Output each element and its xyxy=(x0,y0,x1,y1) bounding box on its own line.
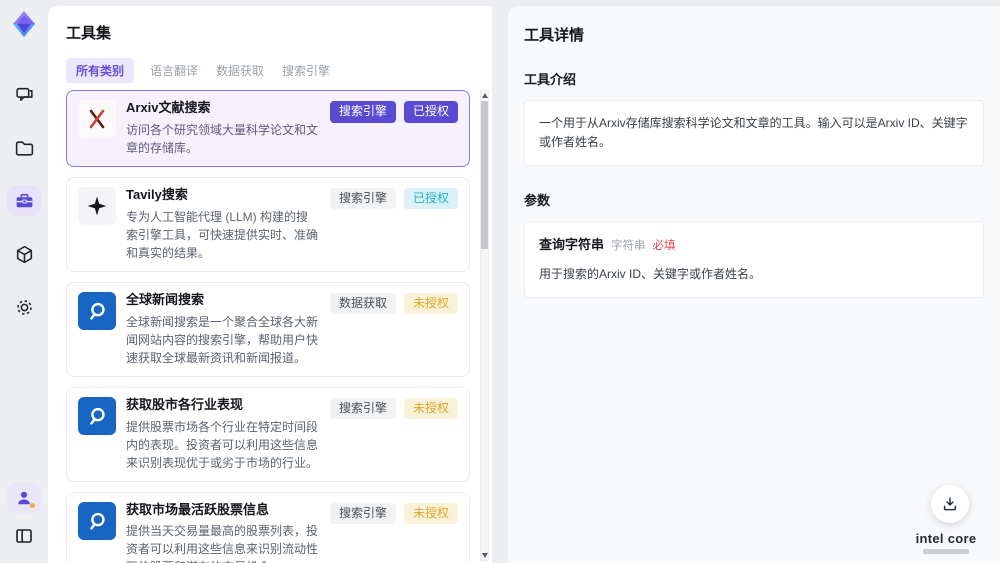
tool-category-tag: 搜索引擎 xyxy=(329,101,396,123)
auth-status-badge: 未授权 xyxy=(403,397,458,420)
package-icon xyxy=(16,245,32,263)
tool-desc: 访问各个研究领域大量科学论文和文章的存储库。 xyxy=(126,122,319,155)
left-rail xyxy=(0,0,48,563)
intro-section-heading: 工具介绍 xyxy=(524,72,577,87)
download-button[interactable] xyxy=(931,485,969,523)
params-section-heading: 参数 xyxy=(524,193,551,209)
sidebar-item-files[interactable] xyxy=(7,133,41,163)
tool-desc: 提供股票市场各个行业在特定时间段内的表现。投资者可以利用这些信息来识别表现优于或… xyxy=(126,419,319,470)
auth-status-badge: 已授权 xyxy=(403,101,458,123)
download-icon xyxy=(943,497,957,511)
sidebar-item-chat[interactable] xyxy=(7,80,41,110)
panel-toggle-button[interactable] xyxy=(7,521,41,551)
tool-name: 获取股市各行业表现 xyxy=(126,396,244,412)
tool-name: Arxiv文献搜索 xyxy=(126,100,211,115)
tool-card-sector-performance[interactable]: 获取股市各行业表现 提供股票市场各个行业在特定时间段内的表现。投资者可以利用这些… xyxy=(66,386,470,482)
tab-language-translation[interactable]: 语言翻译 xyxy=(148,58,200,83)
detail-title: 工具详情 xyxy=(524,27,585,44)
rail-bottom xyxy=(7,483,41,551)
tool-card-most-active-stocks[interactable]: 获取市场最活跃股票信息 提供当天交易量最高的股票列表，投资者可以利用这些信息来识… xyxy=(66,491,470,563)
param-box: 查询字符串 字符串 必填 用于搜索的Arxiv ID、关键字或作者姓名。 xyxy=(524,221,984,299)
param-required-badge: 必填 xyxy=(652,240,676,253)
tool-list-panel: 工具集 所有类别 语言翻译 数据获取 搜索引擎 Arxiv文献搜索 访问各个研究… xyxy=(48,6,492,563)
sidebar-item-packages[interactable] xyxy=(7,239,41,269)
arxiv-logo-icon xyxy=(78,100,116,138)
news-search-icon xyxy=(78,501,116,540)
page-title: 工具集 xyxy=(66,25,112,42)
news-search-icon xyxy=(78,291,116,330)
intro-text-box: 一个用于从Arxiv存储库搜索科学论文和文章的工具。输入可以是Arxiv ID、… xyxy=(524,100,984,167)
tool-card-global-news[interactable]: 全球新闻搜索 全球新闻搜索是一个聚合全球各大新闻网站内容的搜索引擎，帮助用户快速… xyxy=(66,281,470,377)
scroll-down-arrow[interactable] xyxy=(482,553,488,558)
tool-detail-panel: 工具详情 工具介绍 一个用于从Arxiv存储库搜索科学论文和文章的工具。输入可以… xyxy=(508,6,1000,563)
intel-logo-subline xyxy=(923,549,969,554)
rail-nav xyxy=(7,80,41,322)
panel-toggle-icon xyxy=(16,529,32,543)
intel-core-logo: intel core xyxy=(910,531,982,554)
tool-desc: 提供当天交易量最高的股票列表，投资者可以利用这些信息来识别流动性强的股票和潜在的… xyxy=(126,524,319,563)
toolbox-icon xyxy=(16,193,32,207)
auth-status-badge: 已授权 xyxy=(403,187,458,210)
tab-all-categories[interactable]: 所有类别 xyxy=(66,58,135,83)
auth-status-badge: 未授权 xyxy=(403,502,458,525)
folder-icon xyxy=(15,140,33,156)
param-type: 字符串 xyxy=(611,240,646,253)
user-profile-button[interactable] xyxy=(7,483,41,513)
list-scrollbar[interactable] xyxy=(480,90,489,561)
tab-search-engine[interactable]: 搜索引擎 xyxy=(280,58,332,83)
app-logo-icon xyxy=(13,11,35,37)
tool-desc: 专为人工智能代理 (LLM) 构建的搜索引擎工具，可快速提供实时、准确和真实的结… xyxy=(126,209,319,260)
status-dot xyxy=(30,503,35,508)
tool-name: 全球新闻搜索 xyxy=(126,291,205,307)
tab-data-fetch[interactable]: 数据获取 xyxy=(214,58,266,83)
intel-logo-text: intel core xyxy=(915,531,977,546)
tool-desc: 全球新闻搜索是一个聚合全球各大新闻网站内容的搜索引擎，帮助用户快速获取全球最新资… xyxy=(126,314,319,365)
tool-list: Arxiv文献搜索 访问各个研究领域大量科学论文和文章的存储库。 搜索引擎 已授… xyxy=(66,90,470,563)
news-search-icon xyxy=(78,396,116,435)
param-desc: 用于搜索的Arxiv ID、关键字或作者姓名。 xyxy=(539,267,762,282)
settings-icon xyxy=(16,299,32,315)
tavily-star-icon xyxy=(78,186,116,225)
tool-card-tavily[interactable]: Tavily搜索 专为人工智能代理 (LLM) 构建的搜索引擎工具，可快速提供实… xyxy=(66,176,470,272)
tool-card-arxiv[interactable]: Arxiv文献搜索 访问各个研究领域大量科学论文和文章的存储库。 搜索引擎 已授… xyxy=(66,90,470,167)
category-tabs: 所有类别 语言翻译 数据获取 搜索引擎 xyxy=(66,58,474,83)
sidebar-item-settings[interactable] xyxy=(7,292,41,322)
tool-category-tag: 搜索引擎 xyxy=(329,502,396,525)
tool-name: 获取市场最活跃股票信息 xyxy=(126,501,270,517)
chat-icon xyxy=(15,87,33,101)
tool-category-tag: 搜索引擎 xyxy=(329,187,396,210)
tool-category-tag: 数据获取 xyxy=(329,292,396,315)
scrollbar-thumb[interactable] xyxy=(481,101,488,249)
auth-status-badge: 未授权 xyxy=(403,292,458,315)
param-name: 查询字符串 xyxy=(539,237,605,253)
sidebar-item-tools[interactable] xyxy=(7,186,41,216)
scroll-up-arrow[interactable] xyxy=(482,93,488,98)
tool-category-tag: 搜索引擎 xyxy=(329,397,396,420)
tool-name: Tavily搜索 xyxy=(126,186,188,202)
intro-text: 一个用于从Arxiv存储库搜索科学论文和文章的工具。输入可以是Arxiv ID、… xyxy=(539,116,968,150)
